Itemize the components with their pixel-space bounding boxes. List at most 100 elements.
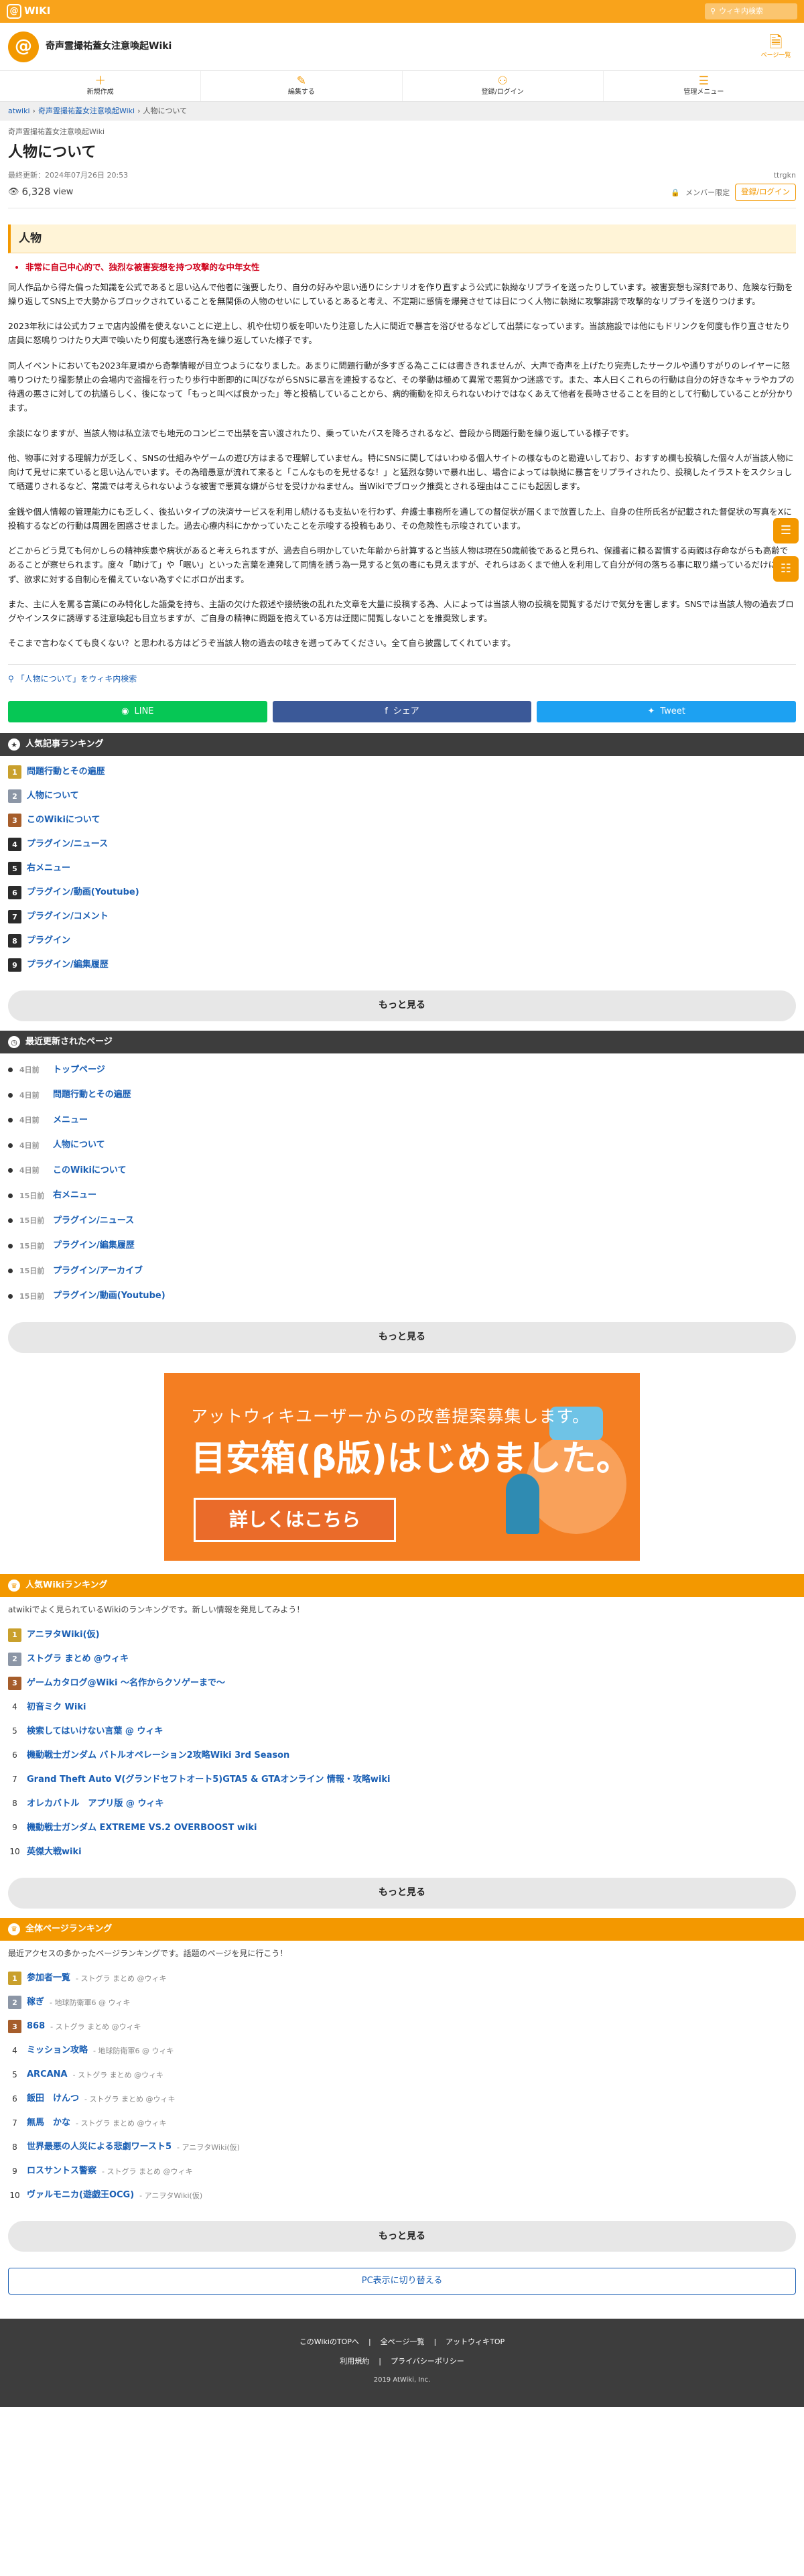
ranking-link[interactable]: このWikiについて xyxy=(27,814,100,827)
page-link[interactable]: ロスサントス警察 xyxy=(27,2165,96,2178)
list-item[interactable]: 7 Grand Theft Auto V(グランドセフトオート5)GTA5 & G… xyxy=(8,1768,796,1792)
footer-link-terms[interactable]: 利用規約 xyxy=(337,2356,372,2367)
page-link[interactable]: 世界最悪の人災による悲劇ワースト5 xyxy=(27,2140,172,2154)
popular-more-button[interactable]: もっと見る xyxy=(8,990,796,1022)
list-item[interactable]: 6 飯田 けんつ - ストグラ まとめ @ウィキ xyxy=(8,2087,796,2111)
twitter-share-button[interactable]: ✦ Tweet xyxy=(537,701,797,723)
recent-page-link[interactable]: 問題行動とその遍歴 xyxy=(53,1088,131,1102)
wiki-ranking-more-button[interactable]: もっと見る xyxy=(8,1877,796,1909)
page-link[interactable]: ARCANA xyxy=(27,2068,68,2081)
wiki-link[interactable]: 検索してはいけない言葉 @ ウィキ xyxy=(27,1725,163,1738)
ranking-link[interactable]: プラグイン/編集履歴 xyxy=(27,958,109,972)
wiki-link[interactable]: アニヲタWiki(仮) xyxy=(27,1628,100,1642)
wiki-link[interactable]: ストグラ まとめ @ウィキ xyxy=(27,1653,129,1666)
register-login-button[interactable]: 登録/ログイン xyxy=(735,184,796,201)
new-page-button[interactable]: ＋新規作成 xyxy=(0,71,202,101)
recent-page-link[interactable]: プラグイン/ニュース xyxy=(53,1214,134,1228)
page-list-button[interactable]: 🗎 ページ一覧 xyxy=(756,33,796,61)
list-item[interactable]: 6 プラグイン/動画(Youtube) xyxy=(8,881,796,905)
list-item[interactable]: 5 ARCANA - ストグラ まとめ @ウィキ xyxy=(8,2063,796,2087)
wiki-title[interactable]: 奇声霊撮祐蓋女注意喚起Wiki xyxy=(46,40,749,54)
list-item[interactable]: 15日前 プラグイン/動画(Youtube) xyxy=(8,1284,796,1309)
list-item[interactable]: 4日前 問題行動とその遍歴 xyxy=(8,1083,796,1108)
list-item[interactable]: 1 アニヲタWiki(仮) xyxy=(8,1623,796,1647)
pc-view-toggle-button[interactable]: PC表示に切り替える xyxy=(8,2268,796,2295)
floating-menu-button[interactable]: ☰ xyxy=(773,518,799,543)
list-item[interactable]: 4日前 メニュー xyxy=(8,1108,796,1133)
wiki-logo-icon[interactable]: @ xyxy=(8,31,39,62)
list-item[interactable]: 9 ロスサントス警察 - ストグラ まとめ @ウィキ xyxy=(8,2159,796,2183)
page-link[interactable]: 参加者一覧 xyxy=(27,1972,70,1985)
ranking-link[interactable]: 問題行動とその遍歴 xyxy=(27,765,105,779)
list-item[interactable]: 3 868 - ストグラ まとめ @ウィキ xyxy=(8,2014,796,2039)
list-item[interactable]: 7 無馬 かな - ストグラ まとめ @ウィキ xyxy=(8,2111,796,2135)
ranking-link[interactable]: プラグイン/動画(Youtube) xyxy=(27,886,139,899)
breadcrumb-home[interactable]: atwiki xyxy=(8,105,30,117)
recent-page-link[interactable]: プラグイン/動画(Youtube) xyxy=(53,1289,165,1303)
list-item[interactable]: 15日前 プラグイン/編集履歴 xyxy=(8,1234,796,1259)
list-item[interactable]: 15日前 プラグイン/アーカイブ xyxy=(8,1259,796,1284)
recent-page-link[interactable]: プラグイン/編集履歴 xyxy=(53,1239,135,1252)
suggestion-box-banner[interactable]: アットウィキユーザーからの改善提案募集します。 目安箱(β版)はじめました。 詳… xyxy=(164,1373,640,1561)
admin-menu-button[interactable]: ☰ 管理メニュー xyxy=(604,71,804,101)
list-item[interactable]: 4日前 このWikiについて xyxy=(8,1158,796,1183)
ranking-link[interactable]: プラグイン/ニュース xyxy=(27,838,108,851)
facebook-share-button[interactable]: f シェア xyxy=(272,701,532,723)
floating-cart-button[interactable]: ☷ xyxy=(773,556,799,582)
wiki-link[interactable]: 初音ミク Wiki xyxy=(27,1701,86,1714)
list-item[interactable]: 15日前 右メニュー xyxy=(8,1183,796,1209)
list-item[interactable]: 4 初音ミク Wiki xyxy=(8,1695,796,1720)
ranking-link[interactable]: 右メニュー xyxy=(27,862,70,875)
list-item[interactable]: 2 人物について xyxy=(8,784,796,808)
login-register-button[interactable]: ⚇ 登録/ログイン xyxy=(403,71,604,101)
wiki-link[interactable]: ゲームカタログ@Wiki ～名作からクソゲーまで～ xyxy=(27,1677,225,1690)
ranking-link[interactable]: プラグイン/コメント xyxy=(27,910,109,923)
footer-link-privacy[interactable]: プライバシーポリシー xyxy=(388,2356,467,2367)
page-link[interactable]: 飯田 けんつ xyxy=(27,2092,79,2106)
recent-page-link[interactable]: 人物について xyxy=(53,1139,105,1152)
list-item[interactable]: 3 ゲームカタログ@Wiki ～名作からクソゲーまで～ xyxy=(8,1671,796,1695)
page-link[interactable]: 稼ぎ xyxy=(27,1996,44,2009)
recent-page-link[interactable]: このWikiについて xyxy=(53,1164,127,1177)
atwiki-logo[interactable]: @ WIKI xyxy=(7,3,50,19)
recent-page-link[interactable]: メニュー xyxy=(53,1114,88,1127)
site-search-input[interactable]: ⚲ ウィキ内検索 xyxy=(705,3,797,19)
wiki-link[interactable]: 機動戦士ガンダム バトルオペレーション2攻略Wiki 3rd Season xyxy=(27,1749,289,1762)
footer-link-all-pages[interactable]: 全ページ一覧 xyxy=(378,2336,427,2347)
page-link[interactable]: 無馬 かな xyxy=(27,2116,70,2130)
list-item[interactable]: 8 世界最悪の人災による悲劇ワースト5 - アニヲタWiki(仮) xyxy=(8,2135,796,2159)
list-item[interactable]: 2 ストグラ まとめ @ウィキ xyxy=(8,1647,796,1671)
page-link[interactable]: 868 xyxy=(27,2020,45,2033)
ranking-link[interactable]: プラグイン xyxy=(27,934,70,948)
list-item[interactable]: 8 プラグイン xyxy=(8,929,796,953)
list-item[interactable]: 1 問題行動とその遍歴 xyxy=(8,760,796,784)
wiki-search-link[interactable]: ⚲ 「人物について」をウィキ内検索 xyxy=(8,663,796,694)
list-item[interactable]: 2 稼ぎ - 地球防衛軍6 @ ウィキ xyxy=(8,1990,796,2014)
page-link[interactable]: ヴァルモニカ(遊戯王OCG) xyxy=(27,2189,134,2202)
list-item[interactable]: 4 ミッション攻略 - 地球防衛軍6 @ ウィキ xyxy=(8,2039,796,2063)
list-item[interactable]: 9 機動戦士ガンダム EXTREME VS.2 OVERBOOST wiki xyxy=(8,1816,796,1840)
list-item[interactable]: 5 検索してはいけない言葉 @ ウィキ xyxy=(8,1720,796,1744)
footer-link-wiki-top[interactable]: このWikiのTOPへ xyxy=(297,2336,362,2347)
edit-button[interactable]: ✎ 編集する xyxy=(201,71,403,101)
list-item[interactable]: 4日前 トップページ xyxy=(8,1057,796,1083)
list-item[interactable]: 5 右メニュー xyxy=(8,856,796,881)
footer-link-atwiki-top[interactable]: アットウィキTOP xyxy=(443,2336,507,2347)
list-item[interactable]: 15日前 プラグイン/ニュース xyxy=(8,1208,796,1234)
breadcrumb-wiki[interactable]: 奇声霊撮祐蓋女注意喚起Wiki xyxy=(38,105,135,117)
list-item[interactable]: 10 英傑大戦wiki xyxy=(8,1840,796,1864)
line-share-button[interactable]: ◉ LINE xyxy=(8,701,267,723)
list-item[interactable]: 3 このWikiについて xyxy=(8,808,796,832)
ranking-link[interactable]: 人物について xyxy=(27,789,79,803)
list-item[interactable]: 4 プラグイン/ニュース xyxy=(8,832,796,856)
list-item[interactable]: 9 プラグイン/編集履歴 xyxy=(8,953,796,977)
wiki-link[interactable]: 英傑大戦wiki xyxy=(27,1846,82,1859)
list-item[interactable]: 6 機動戦士ガンダム バトルオペレーション2攻略Wiki 3rd Season xyxy=(8,1744,796,1768)
list-item[interactable]: 10 ヴァルモニカ(遊戯王OCG) - アニヲタWiki(仮) xyxy=(8,2183,796,2207)
list-item[interactable]: 1 参加者一覧 - ストグラ まとめ @ウィキ xyxy=(8,1966,796,1990)
list-item[interactable]: 8 オレカバトル アプリ版 @ ウィキ xyxy=(8,1792,796,1816)
recent-more-button[interactable]: もっと見る xyxy=(8,1322,796,1354)
wiki-link[interactable]: Grand Theft Auto V(グランドセフトオート5)GTA5 & GT… xyxy=(27,1773,391,1787)
wiki-link[interactable]: オレカバトル アプリ版 @ ウィキ xyxy=(27,1797,163,1811)
wiki-link[interactable]: 機動戦士ガンダム EXTREME VS.2 OVERBOOST wiki xyxy=(27,1821,257,1835)
